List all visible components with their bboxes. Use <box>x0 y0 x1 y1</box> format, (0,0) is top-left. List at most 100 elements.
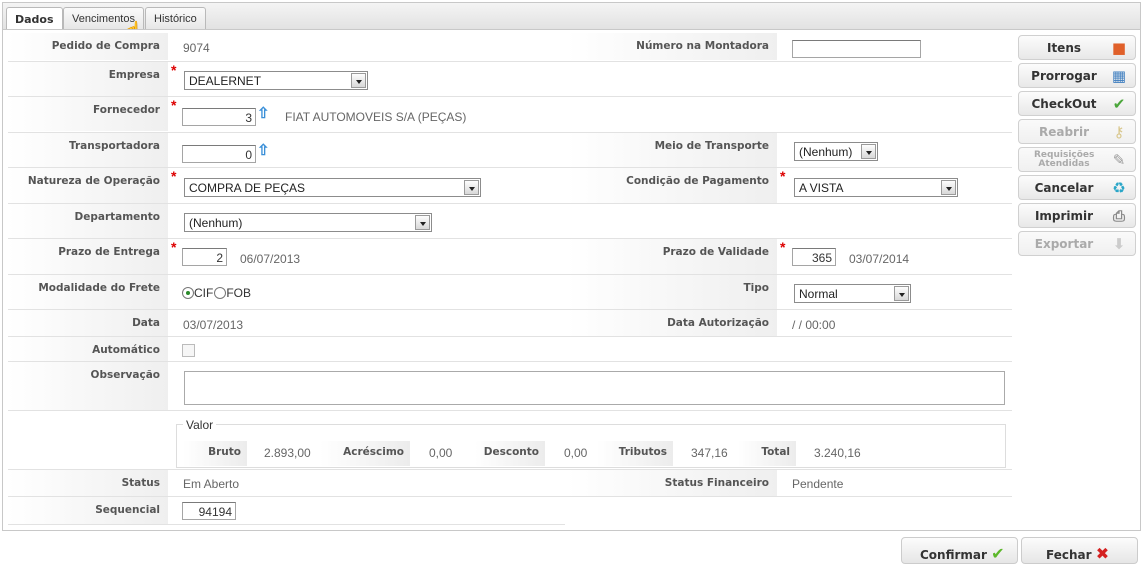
exportar-button[interactable]: Exportar ⬇ <box>1018 231 1136 256</box>
radio-cif[interactable] <box>182 287 194 299</box>
tipo-label: Tipo <box>566 275 777 309</box>
numero-montadora-label: Número na Montadora <box>566 33 777 60</box>
tipo-value: Normal <box>799 287 838 301</box>
checkmark-icon: ✔ <box>991 544 1005 563</box>
tributos-label: Tributos <box>597 441 673 466</box>
radio-cif-label: CIF <box>194 286 214 300</box>
fechar-label: Fechar <box>1046 548 1092 562</box>
prorrogar-button[interactable]: Prorrogar ▦ <box>1018 63 1136 88</box>
meio-transporte-value: (Nenhum) <box>799 145 853 159</box>
status-value: Em Aberto <box>183 477 240 491</box>
tab-dados[interactable]: Dados <box>6 7 63 31</box>
empresa-label: Empresa <box>8 62 168 96</box>
empresa-select[interactable]: DEALERNET <box>184 71 368 90</box>
automatico-checkbox[interactable] <box>182 344 195 357</box>
pedido-label: Pedido de Compra <box>8 33 168 60</box>
chevron-down-icon <box>351 73 366 88</box>
numero-montadora-input[interactable] <box>792 40 921 58</box>
itens-button[interactable]: Itens ■ <box>1018 35 1136 60</box>
exportar-label: Exportar <box>1034 237 1094 251</box>
tab-bar: Dados Vencimentos Histórico <box>2 2 1141 31</box>
empresa-value: DEALERNET <box>189 74 262 88</box>
data-label: Data <box>8 310 168 336</box>
arrow-down-icon: ⬇ <box>1112 235 1126 253</box>
checkout-label: CheckOut <box>1031 97 1097 111</box>
bruto-value: 2.893,00 <box>264 446 311 460</box>
departamento-label: Departamento <box>8 204 168 238</box>
transportadora-label: Transportadora <box>8 133 168 167</box>
calendar-icon: ▦ <box>1111 67 1127 85</box>
sequencial-input[interactable]: 94194 <box>182 502 236 520</box>
required-mark: * <box>171 97 177 113</box>
required-mark: * <box>171 239 177 255</box>
printer-icon: ⎙ <box>1112 207 1125 225</box>
valor-legend: Valor <box>183 418 217 432</box>
prazo-entrega-label: Prazo de Entrega <box>8 239 168 274</box>
arrow-up-lookup-icon[interactable]: ⇧ <box>257 104 270 122</box>
data-value: 03/07/2013 <box>183 318 244 332</box>
natureza-label: Natureza de Operação <box>8 168 168 203</box>
imprimir-button[interactable]: Imprimir ⎙ <box>1018 203 1136 228</box>
chevron-down-icon <box>464 180 479 195</box>
chevron-down-icon <box>861 144 876 159</box>
pedido-value: 9074 <box>183 41 210 55</box>
condicao-label: Condição de Pagamento <box>566 168 777 203</box>
chevron-down-icon <box>415 215 430 230</box>
fechar-button[interactable]: Fechar ✖ <box>1021 537 1138 564</box>
arrow-up-lookup-icon[interactable]: ⇧ <box>257 141 270 159</box>
automatico-label: Automático <box>8 337 168 361</box>
divider <box>8 410 1012 411</box>
tipo-select[interactable]: Normal <box>794 284 911 303</box>
prazo-validade-input[interactable]: 365 <box>792 248 836 266</box>
radio-fob-label: FOB <box>226 286 252 300</box>
chevron-down-icon <box>894 286 909 301</box>
status-financeiro-label: Status Financeiro <box>566 470 777 496</box>
required-mark: * <box>171 62 177 78</box>
fornecedor-name: FIAT AUTOMOVEIS S/A (PEÇAS) <box>285 110 467 124</box>
status-financeiro-value: Pendente <box>792 477 844 491</box>
imprimir-label: Imprimir <box>1034 209 1094 223</box>
reabrir-label: Reabrir <box>1038 125 1089 139</box>
requisicoes-button[interactable]: Requisições Atendidas ✎ <box>1018 147 1136 172</box>
acrescimo-value: 0,00 <box>429 446 453 460</box>
tab-historico[interactable]: Histórico <box>145 7 206 30</box>
natureza-select[interactable]: COMPRA DE PEÇAS <box>184 178 481 197</box>
sequencial-label: Sequencial <box>8 497 168 524</box>
prazo-entrega-input[interactable]: 2 <box>182 248 227 266</box>
required-mark: * <box>780 168 786 184</box>
document-edit-icon: ✎ <box>1112 151 1126 169</box>
fornecedor-label: Fornecedor <box>8 97 168 131</box>
departamento-select[interactable]: (Nenhum) <box>184 213 432 232</box>
reabrir-button[interactable]: Reabrir ⚷ <box>1018 119 1136 144</box>
cancelar-button[interactable]: Cancelar ♻ <box>1018 175 1136 200</box>
observacao-textarea[interactable] <box>184 371 1005 405</box>
departamento-value: (Nenhum) <box>189 216 243 230</box>
required-mark: * <box>171 168 177 184</box>
total-value: 3.240,16 <box>814 446 861 460</box>
observacao-label: Observação <box>8 362 168 410</box>
condicao-select[interactable]: A VISTA <box>794 178 958 197</box>
tributos-value: 347,16 <box>691 446 728 460</box>
divider <box>8 524 565 525</box>
required-mark: * <box>780 239 786 255</box>
prazo-validade-label: Prazo de Validade <box>566 239 777 274</box>
itens-label: Itens <box>1046 41 1082 55</box>
meio-transporte-label: Meio de Transporte <box>566 133 777 167</box>
desconto-value: 0,00 <box>564 446 588 460</box>
confirmar-label: Confirmar <box>920 548 987 562</box>
transportadora-code-input[interactable]: 0 <box>182 145 256 163</box>
cancelar-label: Cancelar <box>1034 181 1094 195</box>
acrescimo-label: Acréscimo <box>320 441 410 466</box>
requisicoes-label: Requisições Atendidas <box>1034 150 1095 169</box>
chevron-down-icon <box>941 180 956 195</box>
meio-transporte-select[interactable]: (Nenhum) <box>794 142 878 161</box>
confirmar-button[interactable]: Confirmar ✔ <box>901 537 1018 564</box>
fornecedor-code-input[interactable]: 3 <box>182 108 256 126</box>
data-autorizacao-label: Data Autorização <box>566 310 777 336</box>
checkout-button[interactable]: CheckOut ✔ <box>1018 91 1136 116</box>
prorrogar-label: Prorrogar <box>1031 69 1097 83</box>
trash-icon: ♻ <box>1112 179 1126 197</box>
keys-icon: ⚷ <box>1113 123 1125 141</box>
radio-fob[interactable] <box>214 287 227 299</box>
modalidade-label: Modalidade do Frete <box>8 275 168 309</box>
